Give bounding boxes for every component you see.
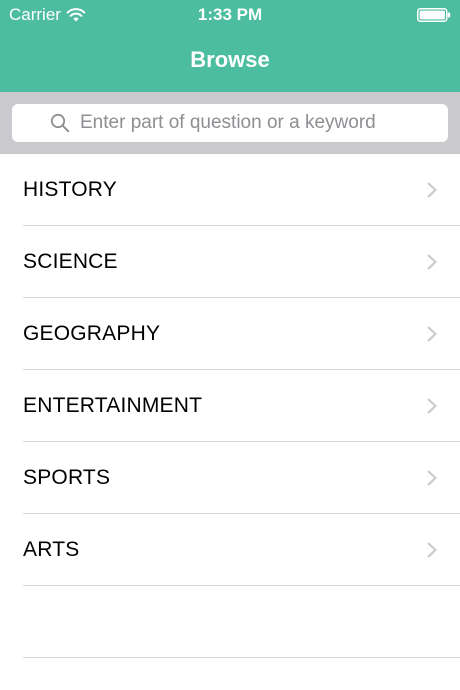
navigation-header: Carrier 1:33 PM Browse: [0, 0, 460, 92]
chevron-right-icon: [427, 182, 437, 198]
category-list: HISTORY SCIENCE GEOGRAPHY ENTERTAINMENT …: [0, 154, 460, 658]
category-label: ENTERTAINMENT: [23, 394, 203, 417]
status-bar: Carrier 1:33 PM: [0, 0, 460, 30]
search-box[interactable]: [12, 104, 448, 142]
battery-icon: [417, 8, 451, 22]
category-row-sports[interactable]: SPORTS: [0, 442, 460, 514]
chevron-right-icon: [427, 542, 437, 558]
category-label: HISTORY: [23, 178, 117, 201]
empty-table-row: [0, 586, 460, 658]
page-title: Browse: [190, 47, 270, 72]
chevron-right-icon: [427, 254, 437, 270]
chevron-right-icon: [427, 470, 437, 486]
search-input[interactable]: [80, 112, 410, 134]
category-label: GEOGRAPHY: [23, 322, 161, 345]
category-row-history[interactable]: HISTORY: [0, 154, 460, 226]
chevron-right-icon: [427, 326, 437, 342]
category-row-geography[interactable]: GEOGRAPHY: [0, 298, 460, 370]
category-row-entertainment[interactable]: ENTERTAINMENT: [0, 370, 460, 442]
chevron-right-icon: [427, 398, 437, 414]
category-label: ARTS: [23, 538, 80, 561]
category-row-arts[interactable]: ARTS: [0, 514, 460, 586]
search-icon: [50, 113, 70, 133]
category-row-science[interactable]: SCIENCE: [0, 226, 460, 298]
search-bar: [0, 92, 460, 154]
category-label: SCIENCE: [23, 250, 118, 273]
category-label: SPORTS: [23, 466, 111, 489]
status-time: 1:33 PM: [197, 5, 263, 24]
